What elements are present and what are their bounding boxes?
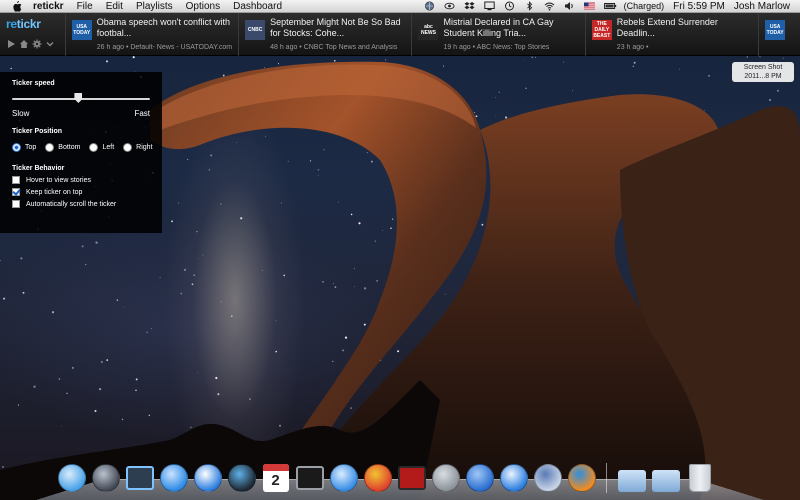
home-icon[interactable]	[19, 36, 29, 48]
source-logo-abc-news: abc NEWS	[418, 20, 439, 40]
facetime-icon[interactable]	[226, 462, 257, 493]
ticker-story[interactable]: USA TODAY Obama speech won't conflict wi…	[64, 13, 238, 56]
checkbox[interactable]	[12, 176, 20, 184]
story-headline[interactable]: September Might Not Be So Bad for Stocks…	[270, 17, 410, 39]
dashboard-icon[interactable]	[124, 462, 155, 493]
ticker-position-group: Top Bottom Left Right	[12, 143, 162, 152]
wifi-icon[interactable]	[544, 1, 555, 11]
ticker-toolbar	[6, 36, 65, 49]
chevron-down-icon[interactable]	[45, 36, 55, 47]
menu-options[interactable]: Options	[186, 1, 220, 12]
slider-labels: Slow Fast	[12, 109, 150, 118]
user-menu[interactable]: Josh Marlow	[734, 1, 790, 12]
checkbox-hover-to-view[interactable]: Hover to view stories	[12, 176, 162, 184]
radio-button[interactable]	[123, 143, 133, 152]
ical-day: 2	[271, 471, 280, 489]
source-logo-cnbc: CNBC	[245, 20, 266, 40]
story-meta: 48 h ago • CNBC Top News and Analysis	[270, 44, 398, 51]
ticker-story[interactable]: THE DAILY BEAST Rebels Extend Surrender …	[584, 13, 758, 56]
us-flag-icon[interactable]	[583, 1, 595, 11]
radio-right[interactable]: Right	[123, 143, 153, 152]
checkbox-keep-on-top[interactable]: Keep ticker on top	[12, 188, 162, 196]
menu-dashboard[interactable]: Dashboard	[233, 1, 282, 12]
radio-button[interactable]	[45, 143, 55, 152]
ticker-settings-panel: Ticker speed Slow Fast Ticker Position T…	[0, 72, 162, 233]
menu-edit[interactable]: Edit	[106, 1, 123, 12]
story-meta: 26 h ago • Default- News - USATODAY.com	[96, 44, 233, 51]
ticker-behavior-group: Hover to view stories Keep ticker on top…	[12, 176, 162, 208]
time-machine-icon[interactable]	[504, 1, 515, 11]
app-store-icon[interactable]	[158, 462, 189, 493]
radio-left[interactable]: Left	[89, 143, 114, 152]
radio-button[interactable]	[89, 143, 99, 152]
chrome-icon[interactable]	[362, 462, 393, 493]
gear-icon[interactable]	[32, 36, 42, 49]
slow-label: Slow	[12, 109, 30, 118]
menu-playlists[interactable]: Playlists	[136, 1, 173, 12]
screen-icon[interactable]	[483, 1, 495, 11]
preview-icon[interactable]	[532, 462, 563, 493]
status-area: (Charged) Fri 5:59 PM Josh Marlow	[424, 1, 800, 12]
dock-separator	[606, 463, 607, 493]
ticker-position-heading: Ticker Position	[12, 128, 63, 135]
story-meta: 19 h ago • ABC News: Top Stories	[443, 44, 550, 51]
play-icon[interactable]	[6, 36, 16, 48]
bluetooth-icon[interactable]	[524, 1, 535, 11]
radio-top[interactable]: Top	[12, 143, 36, 152]
fast-label: Fast	[134, 109, 150, 118]
app-menu-retickr[interactable]: retickr	[33, 1, 64, 12]
ichat-icon[interactable]	[192, 462, 223, 493]
checkbox[interactable]	[12, 200, 20, 208]
launchpad-icon[interactable]	[90, 462, 121, 493]
documents-folder-icon[interactable]	[650, 462, 681, 493]
system-preferences-icon[interactable]	[430, 462, 461, 493]
slider-thumb[interactable]	[74, 93, 83, 103]
menu-bar: retickr File Edit Playlists Options Dash…	[0, 0, 800, 13]
screenshot-file-icon[interactable]: Screen Shot 2011...8 PM	[732, 62, 794, 82]
battery-icon[interactable]	[603, 1, 616, 11]
menubar-clock[interactable]: Fri 5:59 PM	[673, 1, 725, 12]
apple-menu-icon[interactable]	[12, 0, 23, 12]
retickr-app-icon[interactable]	[566, 462, 597, 493]
ical-icon[interactable]: 2	[260, 462, 291, 493]
file-label: Screen Shot 2011...8 PM	[732, 62, 794, 82]
xcode-icon[interactable]	[464, 462, 495, 493]
news-ticker: retickr USA TODAY Obama speech won't con…	[0, 13, 800, 56]
ticker-behavior-heading: Ticker Behavior	[12, 165, 65, 172]
ticker-speed-heading: Ticker speed	[12, 80, 55, 87]
radio-bottom[interactable]: Bottom	[45, 143, 80, 152]
battery-status: (Charged)	[623, 1, 665, 11]
source-logo-usatoday: USA TODAY	[765, 20, 786, 40]
ticker-brand: retickr	[0, 13, 65, 56]
story-headline[interactable]: Obama speech won't conflict with footbal…	[97, 17, 237, 39]
eye-icon[interactable]	[444, 1, 455, 11]
story-meta: 23 h ago •	[616, 44, 649, 51]
checkbox-auto-scroll[interactable]: Automatically scroll the ticker	[12, 200, 162, 208]
story-headline[interactable]: Mistrial Declared in CA Gay Student Kill…	[443, 17, 583, 39]
volume-icon[interactable]	[564, 1, 575, 11]
source-logo-usatoday: USA TODAY	[71, 20, 92, 40]
terminal-icon[interactable]	[294, 462, 325, 493]
dropbox-icon[interactable]	[464, 1, 475, 11]
ticker-speed-slider[interactable]	[12, 92, 150, 106]
itunes-icon[interactable]	[328, 462, 359, 493]
finder-icon[interactable]	[56, 462, 87, 493]
ticker-story[interactable]: USA TODAY	[758, 13, 800, 56]
source-logo-daily-beast: THE DAILY BEAST	[591, 20, 612, 40]
ticker-story[interactable]: abc NEWS Mistrial Declared in CA Gay Stu…	[411, 13, 584, 56]
menu-file[interactable]: File	[77, 1, 93, 12]
globe-icon[interactable]	[424, 1, 435, 11]
checkbox[interactable]	[12, 188, 20, 196]
applications-folder-icon[interactable]	[616, 462, 647, 493]
dock: 2	[56, 453, 715, 493]
radio-button[interactable]	[12, 143, 21, 152]
ticker-story[interactable]: CNBC September Might Not Be So Bad for S…	[238, 13, 411, 56]
story-headline[interactable]: Rebels Extend Surrender Deadlin...	[617, 17, 757, 39]
retickr-logo: retickr	[6, 17, 41, 31]
trash-icon[interactable]	[684, 462, 715, 493]
safari-icon[interactable]	[498, 462, 529, 493]
photo-booth-icon[interactable]	[396, 462, 427, 493]
